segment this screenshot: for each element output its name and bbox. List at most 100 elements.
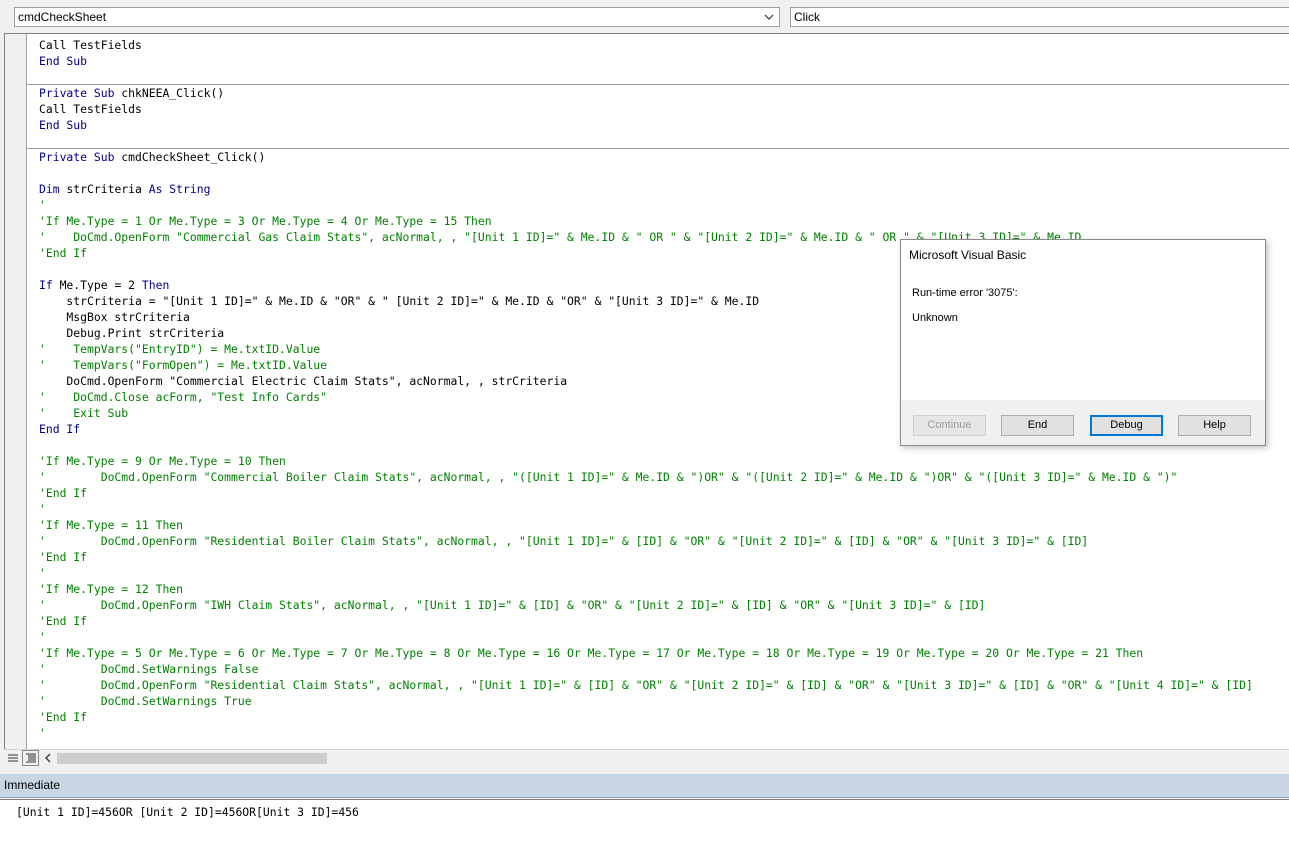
code-line[interactable]: Dim strCriteria As String <box>39 181 1253 197</box>
margin-indicator-bar[interactable] <box>5 34 27 749</box>
code-line[interactable]: 'End If <box>39 549 1253 565</box>
error-dialog: Microsoft Visual Basic Run-time error '3… <box>900 239 1266 446</box>
code-keyword: If <box>39 278 60 292</box>
code-comment: ' DoCmd.SetWarnings True <box>39 694 252 708</box>
object-dropdown[interactable]: cmdCheckSheet <box>14 7 780 27</box>
code-comment: ' TempVars("FormOpen") = Me.txtID.Value <box>39 358 328 372</box>
code-keyword: Dim <box>39 182 67 196</box>
immediate-window[interactable]: [Unit 1 ID]=456OR [Unit 2 ID]=456OR[Unit… <box>0 799 1289 847</box>
code-comment: 'If Me.Type = 12 Then <box>39 582 184 596</box>
code-comment: 'End If <box>39 710 88 724</box>
scroll-left-button[interactable] <box>42 750 54 766</box>
code-text: chkNEEA_Click() <box>121 86 225 100</box>
full-module-view-icon <box>25 753 36 763</box>
code-comment: 'End If <box>39 486 88 500</box>
code-comment: ' DoCmd.SetWarnings False <box>39 662 259 676</box>
code-comment: ' <box>39 502 46 516</box>
code-text: Me.Type = 2 <box>59 278 142 292</box>
code-line[interactable]: ' DoCmd.SetWarnings True <box>39 693 1253 709</box>
procedure-dropdown-value: Click <box>794 10 820 24</box>
code-keyword: Then <box>141 278 170 292</box>
dialog-title: Microsoft Visual Basic <box>901 240 1265 270</box>
debug-button[interactable]: Debug <box>1090 415 1163 436</box>
help-button[interactable]: Help <box>1178 415 1251 436</box>
code-text: strCriteria = "[Unit 1 ID]=" & Me.ID & "… <box>39 294 760 308</box>
code-line[interactable]: ' DoCmd.OpenForm "Residential Boiler Cla… <box>39 533 1253 549</box>
object-dropdown-value: cmdCheckSheet <box>18 10 107 24</box>
code-line[interactable]: End Sub <box>39 53 1253 69</box>
code-line[interactable]: ' <box>39 197 1253 213</box>
immediate-output[interactable]: [Unit 1 ID]=456OR [Unit 2 ID]=456OR[Unit… <box>16 804 359 820</box>
code-line[interactable]: End Sub <box>39 117 1253 133</box>
code-line[interactable]: 'If Me.Type = 9 Or Me.Type = 10 Then <box>39 453 1253 469</box>
chevron-down-icon[interactable] <box>763 8 775 26</box>
code-keyword: Private Sub <box>39 86 122 100</box>
code-comment: 'End If <box>39 246 88 260</box>
code-keyword: As String <box>148 182 211 196</box>
code-keyword: End If <box>39 422 81 436</box>
code-text: Debug.Print strCriteria <box>39 326 225 340</box>
code-text: MsgBox strCriteria <box>39 310 190 324</box>
code-comment: ' <box>39 726 46 740</box>
code-line[interactable]: 'End If <box>39 485 1253 501</box>
error-detail: Unknown <box>912 312 958 324</box>
end-button[interactable]: End <box>1001 415 1074 436</box>
code-line[interactable] <box>39 133 1253 149</box>
procedure-dropdown[interactable]: Click <box>790 7 1289 27</box>
code-comment: 'If Me.Type = 9 Or Me.Type = 10 Then <box>39 454 286 468</box>
code-text: strCriteria <box>66 182 149 196</box>
horizontal-scroll-thumb[interactable] <box>57 753 327 764</box>
code-line[interactable]: ' DoCmd.OpenForm "Residential Claim Stat… <box>39 677 1253 693</box>
code-keyword: End Sub <box>39 54 88 68</box>
code-comment: 'If Me.Type = 5 Or Me.Type = 6 Or Me.Typ… <box>39 646 1144 660</box>
code-comment: ' DoCmd.OpenForm "Commercial Boiler Clai… <box>39 470 1178 484</box>
code-line[interactable]: Private Sub cmdCheckSheet_Click() <box>27 148 1289 165</box>
dialog-body: Run-time error '3075': Unknown <box>901 270 1265 400</box>
procedure-view-button[interactable] <box>4 750 21 766</box>
code-line[interactable]: ' <box>39 565 1253 581</box>
full-module-view-button[interactable] <box>22 750 39 766</box>
code-window-toolbar: cmdCheckSheet Click <box>0 0 1289 33</box>
code-keyword: End Sub <box>39 118 88 132</box>
code-line[interactable] <box>39 69 1253 85</box>
code-comment: ' Exit Sub <box>39 406 129 420</box>
code-comment: ' DoCmd.OpenForm "IWH Claim Stats", acNo… <box>39 598 986 612</box>
continue-button: Continue <box>913 415 986 436</box>
code-line[interactable]: 'End If <box>39 613 1253 629</box>
code-text: Call TestFields <box>39 102 142 116</box>
code-text: Call TestFields <box>39 38 142 52</box>
code-comment: ' DoCmd.OpenForm "Residential Boiler Cla… <box>39 534 1089 548</box>
code-line[interactable]: ' <box>39 501 1253 517</box>
code-line[interactable]: 'If Me.Type = 12 Then <box>39 581 1253 597</box>
code-line[interactable]: 'If Me.Type = 1 Or Me.Type = 3 Or Me.Typ… <box>39 213 1253 229</box>
code-line[interactable]: ' <box>39 725 1253 741</box>
code-comment: 'If Me.Type = 11 Then <box>39 518 184 532</box>
code-line[interactable]: 'If Me.Type = 11 Then <box>39 517 1253 533</box>
code-line[interactable]: Call TestFields <box>39 37 1253 53</box>
code-comment: ' TempVars("EntryID") = Me.txtID.Value <box>39 342 321 356</box>
procedure-view-icon <box>7 754 18 762</box>
code-comment: ' <box>39 566 46 580</box>
horizontal-scrollbar-row <box>4 749 1289 766</box>
code-line[interactable]: ' DoCmd.SetWarnings False <box>39 661 1253 677</box>
code-comment: ' <box>39 198 46 212</box>
code-comment: 'If Me.Type = 1 Or Me.Type = 3 Or Me.Typ… <box>39 214 492 228</box>
code-line[interactable]: Private Sub chkNEEA_Click() <box>27 84 1289 101</box>
code-line[interactable]: ' DoCmd.OpenForm "Commercial Boiler Clai… <box>39 469 1253 485</box>
code-line[interactable]: ' DoCmd.OpenForm "IWH Claim Stats", acNo… <box>39 597 1253 613</box>
code-keyword: Private Sub <box>39 150 122 164</box>
code-line[interactable]: ' <box>39 629 1253 645</box>
code-line[interactable]: Call TestFields <box>39 101 1253 117</box>
error-message: Run-time error '3075': <box>912 287 1018 299</box>
code-comment: ' <box>39 630 46 644</box>
code-comment: 'End If <box>39 550 88 564</box>
chevron-left-icon <box>45 753 51 763</box>
code-comment: ' DoCmd.OpenForm "Residential Claim Stat… <box>39 678 1253 692</box>
code-line[interactable]: 'If Me.Type = 5 Or Me.Type = 6 Or Me.Typ… <box>39 645 1253 661</box>
code-line[interactable] <box>39 165 1253 181</box>
code-comment: ' DoCmd.Close acForm, "Test Info Cards" <box>39 390 328 404</box>
code-text: DoCmd.OpenForm "Commercial Electric Clai… <box>39 374 568 388</box>
code-text: cmdCheckSheet_Click() <box>121 150 266 164</box>
code-comment: 'End If <box>39 614 88 628</box>
code-line[interactable]: 'End If <box>39 709 1253 725</box>
